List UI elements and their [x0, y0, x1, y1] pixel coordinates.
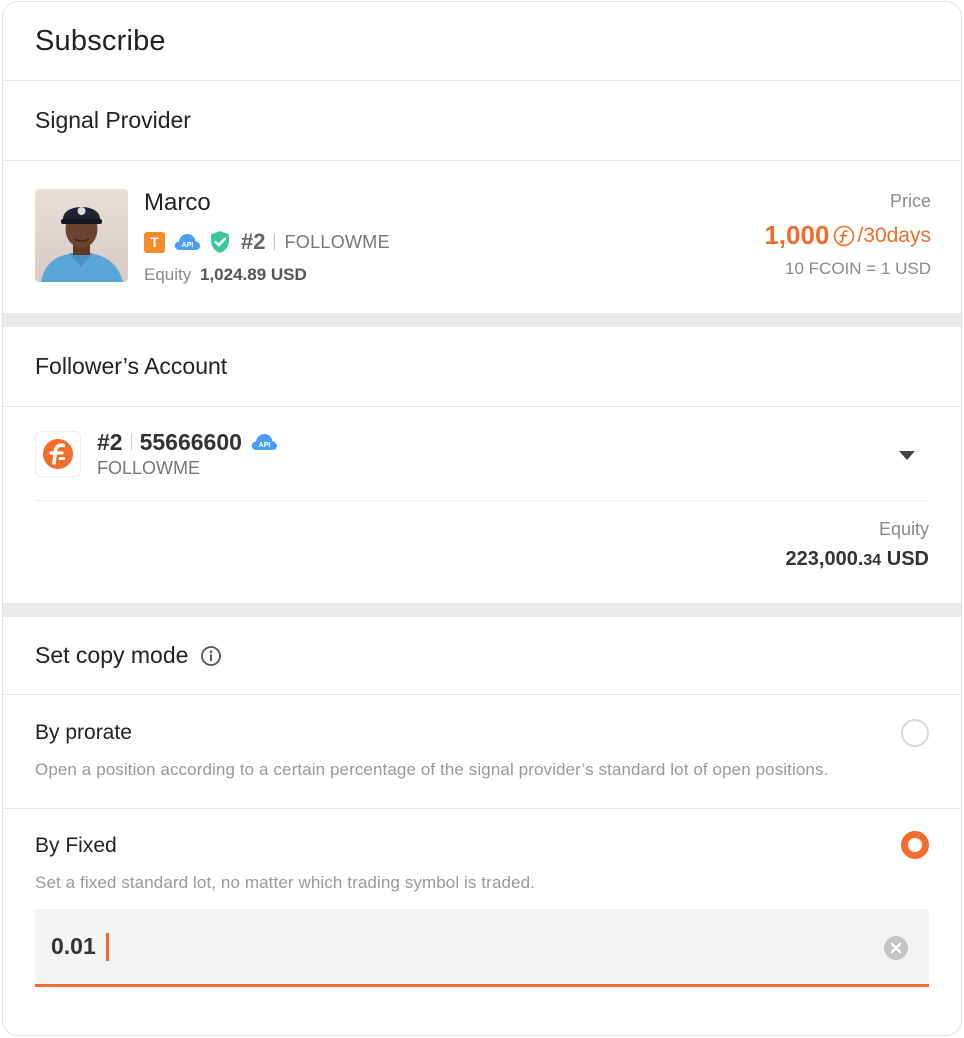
signal-provider-header: Signal Provider [3, 81, 961, 161]
followme-logo-icon [35, 430, 81, 477]
copy-mode-option-fixed[interactable]: By Fixed Set a fixed standard lot, no ma… [3, 809, 961, 987]
provider-badges: T API #2 FOLLOWME [144, 229, 390, 255]
fixed-lot-input[interactable]: 0.01 [35, 909, 929, 987]
account-number: 55666600 [139, 428, 242, 455]
provider-broker: FOLLOWME [284, 231, 390, 252]
section-divider [3, 313, 961, 327]
signal-provider-card[interactable]: Marco T API #2 FOLLOWME Equity 1,024.89 … [3, 161, 961, 313]
option-description: Open a position according to a certain p… [35, 760, 829, 779]
account-id-row: #2 55666600 API [97, 429, 278, 456]
dropdown-caret-icon[interactable] [899, 451, 915, 460]
radio-prorate[interactable] [901, 719, 929, 747]
price-period: /30days [857, 223, 931, 247]
copy-mode-title: Set copy mode [35, 642, 189, 668]
provider-equity: Equity 1,024.89 USD [144, 265, 390, 285]
provider-equity-label: Equity [144, 265, 192, 284]
price-value-row: 1,000 /30days [764, 220, 931, 251]
svg-text:API: API [182, 242, 194, 249]
provider-rank: #2 [241, 229, 266, 254]
option-title: By prorate [35, 721, 132, 744]
price-label: Price [889, 191, 931, 211]
account-broker: FOLLOWME [97, 457, 201, 478]
text-cursor [105, 932, 109, 961]
account-equity-value: 223,000.34 USD [35, 548, 929, 571]
api-cloud-icon: API [174, 234, 200, 250]
account-equity-label: Equity [878, 519, 929, 539]
info-icon[interactable] [200, 645, 222, 667]
fcoin-icon [834, 225, 855, 246]
option-title: By Fixed [35, 834, 117, 857]
option-description: Set a fixed standard lot, no matter whic… [35, 873, 535, 892]
t-badge-icon: T [144, 231, 165, 253]
svg-text:API: API [259, 442, 271, 449]
fixed-lot-value[interactable]: 0.01 [51, 933, 96, 960]
copy-mode-option-prorate[interactable]: By prorate Open a position according to … [3, 695, 961, 809]
price-box: Price 1,000 /30days 10 FCOIN = 1 USD [764, 191, 931, 279]
clear-icon[interactable] [883, 935, 909, 961]
subscribe-card: Subscribe Signal Provider Marco T API #2… [2, 1, 962, 1036]
account-info: #2 55666600 API FOLLOWME [97, 429, 278, 479]
account-rank: #2 [97, 428, 123, 455]
follower-account-header: Follower’s Account [3, 327, 961, 407]
follower-account-title: Follower’s Account [35, 353, 228, 379]
provider-equity-value: 1,024.89 USD [199, 265, 307, 284]
verified-shield-icon [211, 231, 229, 253]
section-divider [3, 603, 961, 617]
account-equity-main: 223,000. [785, 548, 864, 570]
page-header: Subscribe [3, 2, 961, 81]
avatar[interactable] [35, 189, 128, 282]
divider [274, 234, 276, 250]
account-equity-cents: 34 [863, 552, 882, 569]
radio-fixed[interactable] [901, 831, 929, 859]
api-cloud-icon: API [251, 434, 277, 450]
provider-name[interactable]: Marco [144, 189, 390, 217]
account-equity-currency: USD [881, 548, 929, 570]
account-equity: Equity 223,000.34 USD [3, 501, 961, 603]
provider-info: Marco T API #2 FOLLOWME Equity 1,024.89 … [144, 189, 390, 313]
account-selector[interactable]: #2 55666600 API FOLLOWME [35, 407, 929, 501]
page-title: Subscribe [35, 24, 166, 57]
divider [130, 434, 132, 450]
signal-provider-title: Signal Provider [35, 107, 191, 133]
copy-mode-header: Set copy mode [3, 617, 961, 695]
price-amount: 1,000 [764, 220, 830, 250]
fcoin-rate: 10 FCOIN = 1 USD [785, 259, 931, 278]
avatar-photo-icon [35, 189, 128, 282]
